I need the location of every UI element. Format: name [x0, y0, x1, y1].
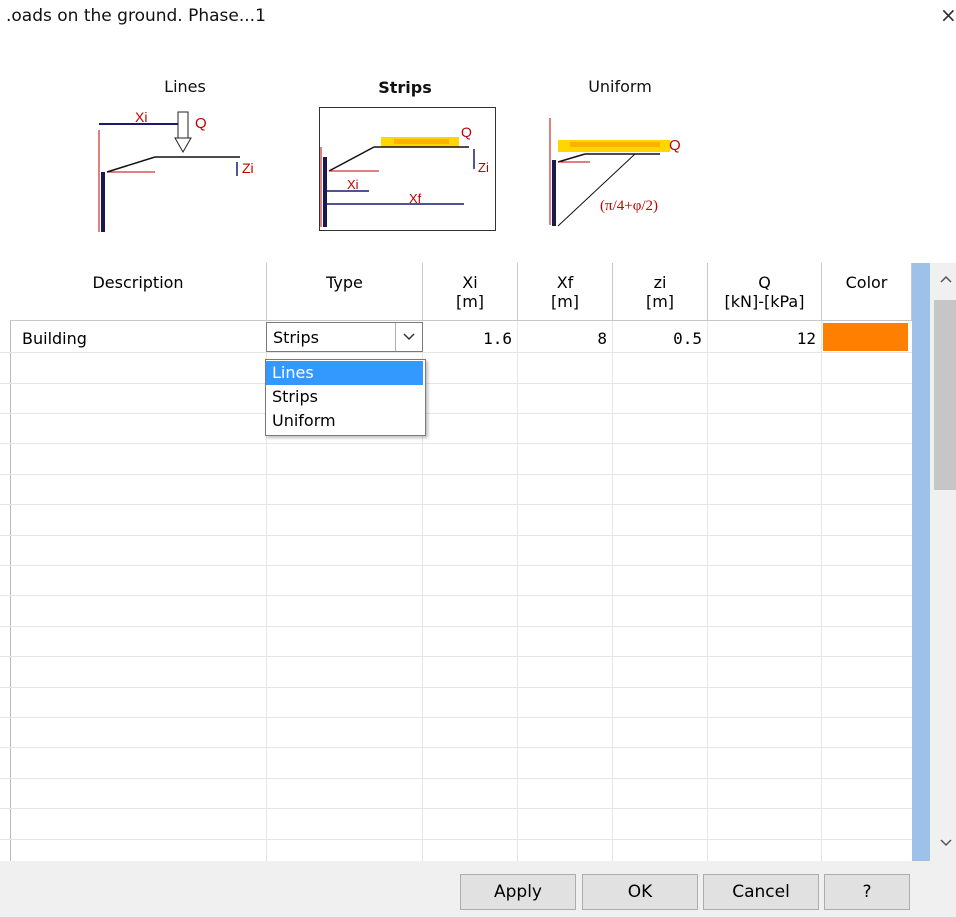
- cell-description[interactable]: Building: [22, 329, 262, 348]
- diagram-label-uniform: Uniform: [588, 77, 652, 96]
- lines-load-diagram[interactable]: Xi Q Zi: [85, 100, 285, 235]
- angle-label: (π/4+φ/2): [600, 198, 658, 214]
- col-header-color[interactable]: Color: [822, 263, 912, 321]
- chevron-down-icon: [403, 333, 415, 341]
- dropdown-option-lines[interactable]: Lines: [266, 361, 423, 385]
- cell-q[interactable]: 12: [708, 329, 822, 348]
- zi-label: Zi: [242, 160, 254, 176]
- col-header-xf[interactable]: Xf [m]: [518, 263, 613, 321]
- strips-load-diagram[interactable]: Q Zi Xi Xf: [319, 107, 496, 231]
- scroll-up-icon[interactable]: [938, 272, 954, 286]
- apply-button[interactable]: Apply: [460, 874, 576, 910]
- window-title: .oads on the ground. Phase...1: [6, 6, 266, 26]
- help-button[interactable]: ?: [824, 874, 910, 910]
- q-label: Q: [669, 137, 681, 154]
- xi-label: Xi: [135, 109, 147, 125]
- type-combobox[interactable]: Strips: [266, 322, 423, 352]
- cell-xf[interactable]: 8: [518, 329, 613, 348]
- type-dropdown-list: Lines Strips Uniform: [265, 359, 426, 436]
- diagram-label-lines: Lines: [164, 77, 206, 96]
- cell-color-swatch[interactable]: [823, 323, 908, 351]
- col-header-xi[interactable]: Xi [m]: [423, 263, 518, 321]
- close-icon[interactable]: ×: [940, 4, 956, 26]
- ok-button[interactable]: OK: [582, 874, 698, 910]
- q-label: Q: [461, 124, 472, 140]
- dropdown-option-strips[interactable]: Strips: [266, 385, 423, 409]
- col-header-description[interactable]: Description: [10, 263, 267, 321]
- cancel-button[interactable]: Cancel: [703, 874, 819, 910]
- col-header-q[interactable]: Q [kN]-[kPa]: [708, 263, 822, 321]
- scrollbar-thumb[interactable]: [934, 300, 956, 490]
- diagram-label-strips: Strips: [378, 78, 432, 97]
- uniform-load-diagram[interactable]: Q (π/4+φ/2): [540, 100, 720, 230]
- zi-label: Zi: [478, 160, 489, 175]
- col-header-zi[interactable]: zi [m]: [613, 263, 708, 321]
- dropdown-button[interactable]: [395, 323, 422, 351]
- scroll-down-icon[interactable]: [938, 836, 954, 850]
- scrollbar-accent-strip: [912, 263, 930, 861]
- xi-label: Xi: [347, 177, 359, 192]
- cell-zi[interactable]: 0.5: [613, 329, 708, 348]
- cell-xi[interactable]: 1.6: [423, 329, 518, 348]
- type-combobox-value: Strips: [273, 328, 319, 347]
- dropdown-option-uniform[interactable]: Uniform: [266, 409, 423, 433]
- q-label: Q: [195, 115, 207, 132]
- col-header-type[interactable]: Type: [267, 263, 423, 321]
- loads-table: Description Type Xi [m] Xf [m] zi [m] Q …: [0, 263, 912, 861]
